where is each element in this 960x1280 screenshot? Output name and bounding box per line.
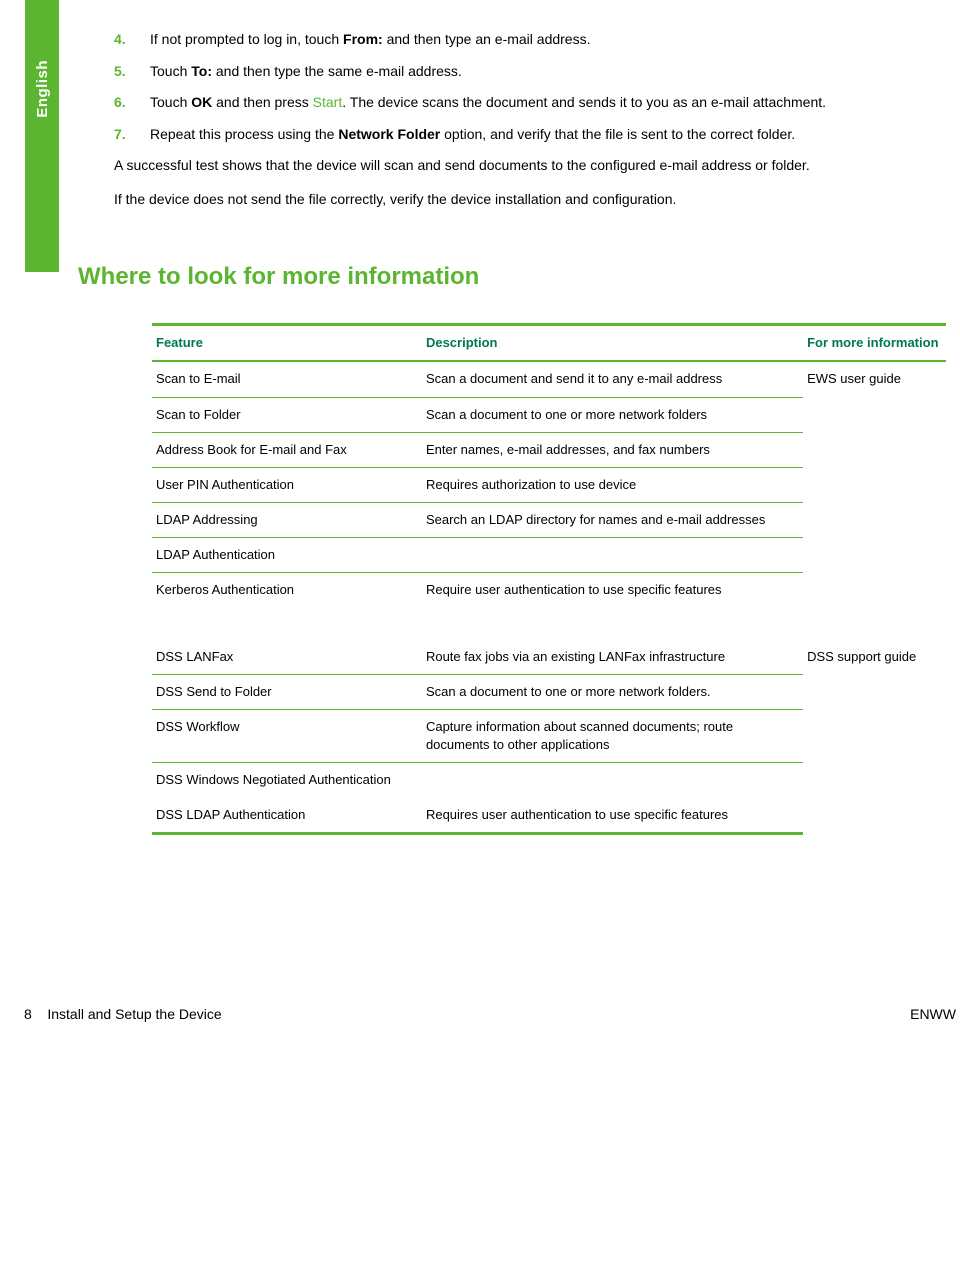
cell-description: Scan a document to one or more network f… [422,674,803,709]
cell-description: Requires authorization to use device [422,467,803,502]
language-tab: English [25,0,59,272]
text: Touch [150,63,191,79]
text: and then press [212,94,312,110]
cell-feature: Address Book for E-mail and Fax [152,432,422,467]
cell-feature: Scan to E-mail [152,361,422,397]
cell-reference: DSS support guide [803,608,946,834]
col-more-info: For more information [803,325,946,362]
cell-description: Require user authentication to use speci… [422,573,803,608]
step-5: Touch To: and then type the same e-mail … [114,62,956,82]
col-description: Description [422,325,803,362]
cell-description: Enter names, e-mail addresses, and fax n… [422,432,803,467]
table-row: Scan to E-mail Scan a document and send … [152,361,946,397]
text-bold: OK [191,94,212,110]
text-bold: To: [191,63,212,79]
table-group-2: DSS LANFax Route fax jobs via an existin… [152,608,946,834]
cell-feature: Scan to Folder [152,397,422,432]
section-heading: Where to look for more information [78,260,956,294]
cell-description: Requires user authentication to use spec… [422,798,803,834]
cell-description [422,538,803,573]
step-list: If not prompted to log in, touch From: a… [114,30,956,144]
col-feature: Feature [152,325,422,362]
text-green: Start [313,94,343,110]
text-bold: Network Folder [338,126,440,142]
table-row: DSS LANFax Route fax jobs via an existin… [152,608,946,675]
cell-reference: EWS user guide [803,361,946,607]
cell-description: Scan a document to one or more network f… [422,397,803,432]
paragraph: A successful test shows that the device … [114,156,956,176]
language-tab-text: English [32,60,53,118]
cell-feature: LDAP Addressing [152,503,422,538]
step-7: Repeat this process using the Network Fo… [114,125,956,145]
text-bold: From: [343,31,383,47]
cell-feature: LDAP Authentication [152,538,422,573]
cell-feature: DSS Send to Folder [152,674,422,709]
footer-title: Install and Setup the Device [47,1006,221,1022]
cell-description: Route fax jobs via an existing LANFax in… [422,608,803,675]
step-4: If not prompted to log in, touch From: a… [114,30,956,50]
page-number: 8 [24,1006,32,1022]
text: and then type the same e-mail address. [212,63,462,79]
cell-description: Scan a document and send it to any e-mai… [422,361,803,397]
cell-description: Capture information about scanned docume… [422,710,803,763]
text: and then type an e-mail address. [383,31,591,47]
cell-feature: DSS Workflow [152,710,422,763]
footer-left: 8 Install and Setup the Device [24,1005,222,1025]
text: option, and verify that the file is sent… [440,126,795,142]
footer-right: ENWW [910,1005,956,1025]
paragraph: If the device does not send the file cor… [114,190,956,210]
cell-feature: Kerberos Authentication [152,573,422,608]
page-footer: 8 Install and Setup the Device ENWW [0,1005,960,1025]
text: Repeat this process using the [150,126,338,142]
cell-description: Search an LDAP directory for names and e… [422,503,803,538]
cell-description [422,763,803,798]
cell-feature: DSS LANFax [152,608,422,675]
step-6: Touch OK and then press Start. The devic… [114,93,956,113]
cell-feature: DSS LDAP Authentication [152,798,422,834]
table-group-1: Scan to E-mail Scan a document and send … [152,361,946,607]
text: . The device scans the document and send… [342,94,826,110]
cell-feature: DSS Windows Negotiated Authentication [152,763,422,798]
info-table: Feature Description For more information… [152,323,946,835]
cell-feature: User PIN Authentication [152,467,422,502]
text: Touch [150,94,191,110]
text: If not prompted to log in, touch [150,31,343,47]
